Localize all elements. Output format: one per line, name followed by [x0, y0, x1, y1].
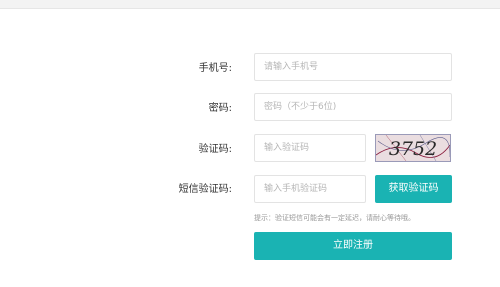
captcha-input[interactable]	[254, 134, 366, 162]
phone-label: 手机号:	[198, 63, 232, 74]
captcha-label: 验证码:	[198, 144, 232, 155]
sms-delay-hint: 提示：验证短信可能会有一定延迟，请耐心等待哦。	[254, 214, 415, 222]
captcha-text: 3752	[389, 138, 437, 160]
captcha-image[interactable]: 3752	[375, 134, 451, 162]
password-label: 密码:	[208, 103, 232, 114]
captcha-graphic: 3752	[376, 135, 450, 161]
sms-code-input[interactable]	[254, 175, 366, 203]
register-button[interactable]: 立即注册	[254, 232, 452, 260]
get-sms-code-button[interactable]: 获取验证码	[375, 175, 452, 203]
sms-code-label: 短信验证码:	[178, 184, 232, 195]
password-input[interactable]	[254, 93, 452, 121]
phone-input[interactable]	[254, 53, 452, 81]
